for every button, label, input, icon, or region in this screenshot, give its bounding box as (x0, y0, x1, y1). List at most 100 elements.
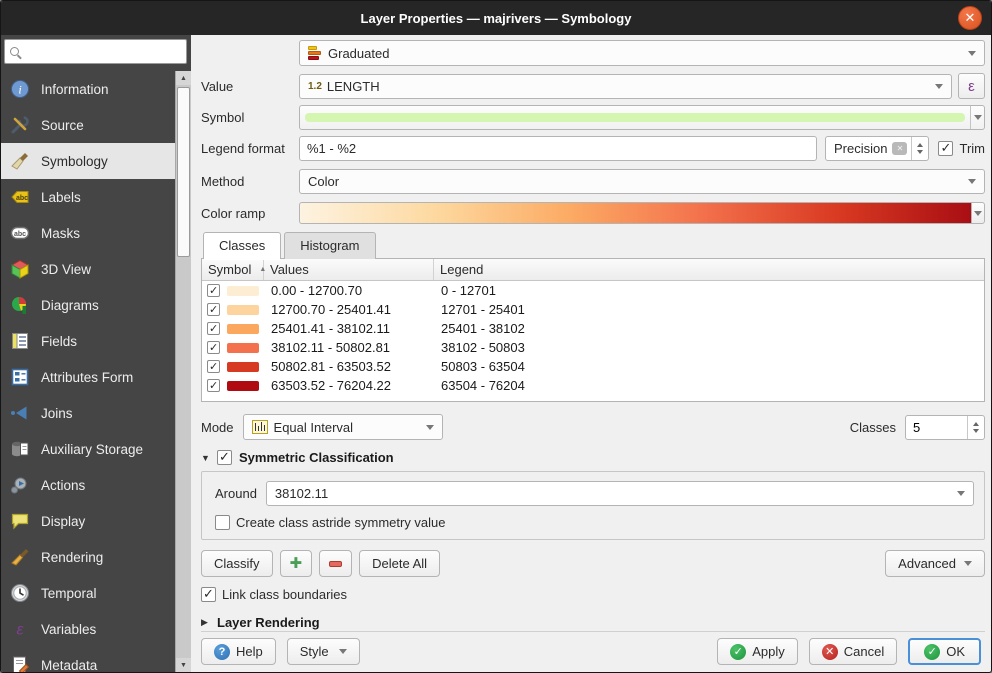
values-cell[interactable]: 63503.52 - 76204.22 (264, 378, 434, 393)
close-icon[interactable]: ✕ (958, 6, 982, 30)
legend-cell[interactable]: 63504 - 76204 (434, 378, 984, 393)
link-boundaries-checkbox[interactable] (201, 587, 216, 602)
column-header-legend[interactable]: Legend (434, 259, 984, 280)
expression-builder-button[interactable]: ε (958, 73, 985, 99)
scrollbar-thumb[interactable] (177, 87, 190, 257)
method-select[interactable]: Color (299, 169, 985, 194)
symbol-cell (202, 341, 264, 354)
help-button[interactable]: ?Help (201, 638, 276, 665)
class-color-swatch[interactable] (227, 324, 259, 334)
trim-checkbox[interactable] (938, 141, 953, 156)
symmetric-checkbox[interactable] (217, 450, 232, 465)
mode-select[interactable]: Equal Interval (243, 414, 443, 440)
method-label: Method (201, 174, 289, 189)
renderer-select[interactable]: Graduated (299, 40, 985, 66)
classes-count-spinbox[interactable]: 5 (905, 415, 985, 440)
column-header-symbol[interactable]: Symbol▲ (202, 259, 264, 280)
add-class-button[interactable]: ✚ (280, 550, 313, 577)
sidebar-item-temporal[interactable]: Temporal (1, 575, 175, 611)
around-select[interactable]: 38102.11 (266, 481, 974, 506)
values-cell[interactable]: 0.00 - 12700.70 (264, 283, 434, 298)
table-row[interactable]: 50802.81 - 63503.5250803 - 63504 (202, 357, 984, 376)
sidebar-item-joins[interactable]: Joins (1, 395, 175, 431)
spin-down-icon[interactable] (917, 150, 923, 154)
class-visibility-checkbox[interactable] (207, 284, 220, 297)
sidebar-item-variables[interactable]: εVariables (1, 611, 175, 647)
class-color-swatch[interactable] (227, 286, 259, 296)
class-visibility-checkbox[interactable] (207, 322, 220, 335)
spin-up-icon[interactable] (973, 422, 979, 426)
cancel-button[interactable]: ✕Cancel (809, 638, 897, 665)
classes-spin-arrows[interactable] (967, 416, 984, 439)
scrollbar-up-icon[interactable]: ▲ (176, 71, 191, 85)
sidebar-item-fields[interactable]: Fields (1, 323, 175, 359)
precision-spin-arrows[interactable] (911, 137, 928, 160)
table-row[interactable]: 38102.11 - 50802.8138102 - 50803 (202, 338, 984, 357)
classify-button[interactable]: Classify (201, 550, 273, 577)
collapse-collapsed-icon[interactable]: ▶ (201, 617, 211, 628)
color-ramp-label: Color ramp (201, 206, 289, 221)
table-row[interactable]: 0.00 - 12700.700 - 12701 (202, 281, 984, 300)
spin-up-icon[interactable] (917, 143, 923, 147)
style-button[interactable]: Style (287, 638, 360, 665)
legend-cell[interactable]: 0 - 12701 (434, 283, 984, 298)
class-visibility-checkbox[interactable] (207, 303, 220, 316)
remove-class-button[interactable] (319, 550, 352, 577)
legend-cell[interactable]: 50803 - 63504 (434, 359, 984, 374)
class-color-swatch[interactable] (227, 343, 259, 353)
clear-icon[interactable]: ✕ (892, 142, 907, 155)
collapse-expanded-icon[interactable]: ▼ (201, 453, 211, 463)
sidebar-item-masks[interactable]: abcMasks (1, 215, 175, 251)
tab-classes[interactable]: Classes (203, 232, 281, 259)
class-color-swatch[interactable] (227, 305, 259, 315)
labels-icon: abc (10, 187, 30, 207)
color-ramp-dropdown[interactable] (971, 202, 985, 224)
sidebar-item-information[interactable]: iInformation (1, 71, 175, 107)
class-color-swatch[interactable] (227, 381, 259, 391)
astride-checkbox[interactable] (215, 515, 230, 530)
table-row[interactable]: 25401.41 - 38102.1125401 - 38102 (202, 319, 984, 338)
values-cell[interactable]: 50802.81 - 63503.52 (264, 359, 434, 374)
table-row[interactable]: 63503.52 - 76204.2263504 - 76204 (202, 376, 984, 395)
joins-icon (10, 403, 30, 423)
sidebar-item-auxiliary-storage[interactable]: Auxiliary Storage (1, 431, 175, 467)
sidebar-search-input[interactable] (4, 39, 187, 64)
values-cell[interactable]: 25401.41 - 38102.11 (264, 321, 434, 336)
svg-text:ε: ε (16, 622, 24, 639)
symbol-button[interactable] (299, 105, 985, 130)
sidebar-item-metadata[interactable]: Metadata (1, 647, 175, 672)
column-header-values[interactable]: Values (264, 259, 434, 280)
table-row[interactable]: 12700.70 - 25401.4112701 - 25401 (202, 300, 984, 319)
values-cell[interactable]: 12700.70 - 25401.41 (264, 302, 434, 317)
legend-cell[interactable]: 12701 - 25401 (434, 302, 984, 317)
advanced-button[interactable]: Advanced (885, 550, 985, 577)
legend-cell[interactable]: 25401 - 38102 (434, 321, 984, 336)
values-cell[interactable]: 38102.11 - 50802.81 (264, 340, 434, 355)
class-visibility-checkbox[interactable] (207, 379, 220, 392)
tab-histogram[interactable]: Histogram (284, 232, 375, 259)
class-visibility-checkbox[interactable] (207, 360, 220, 373)
sidebar-item-3d-view[interactable]: 3D View (1, 251, 175, 287)
legend-cell[interactable]: 38102 - 50803 (434, 340, 984, 355)
sidebar-item-diagrams[interactable]: Diagrams (1, 287, 175, 323)
sidebar-item-rendering[interactable]: Rendering (1, 539, 175, 575)
sidebar-scrollbar[interactable]: ▲ ▼ (175, 71, 191, 672)
apply-button[interactable]: ✓Apply (717, 638, 798, 665)
value-field-select[interactable]: 1.2 LENGTH (299, 74, 952, 99)
sidebar-item-labels[interactable]: abcLabels (1, 179, 175, 215)
sidebar-item-symbology[interactable]: Symbology (1, 143, 175, 179)
symbol-dropdown[interactable] (970, 106, 984, 129)
sidebar-item-attributes-form[interactable]: Attributes Form (1, 359, 175, 395)
ok-button[interactable]: ✓OK (908, 638, 981, 665)
precision-spinbox[interactable]: Precision ✕ (825, 136, 929, 161)
scrollbar-down-icon[interactable]: ▼ (176, 658, 191, 672)
sidebar-item-actions[interactable]: Actions (1, 467, 175, 503)
spin-down-icon[interactable] (973, 429, 979, 433)
sidebar-item-source[interactable]: Source (1, 107, 175, 143)
class-color-swatch[interactable] (227, 362, 259, 372)
legend-format-input[interactable]: %1 - %2 (299, 136, 817, 161)
delete-all-button[interactable]: Delete All (359, 550, 440, 577)
color-ramp-preview[interactable] (299, 202, 971, 224)
sidebar-item-display[interactable]: Display (1, 503, 175, 539)
class-visibility-checkbox[interactable] (207, 341, 220, 354)
